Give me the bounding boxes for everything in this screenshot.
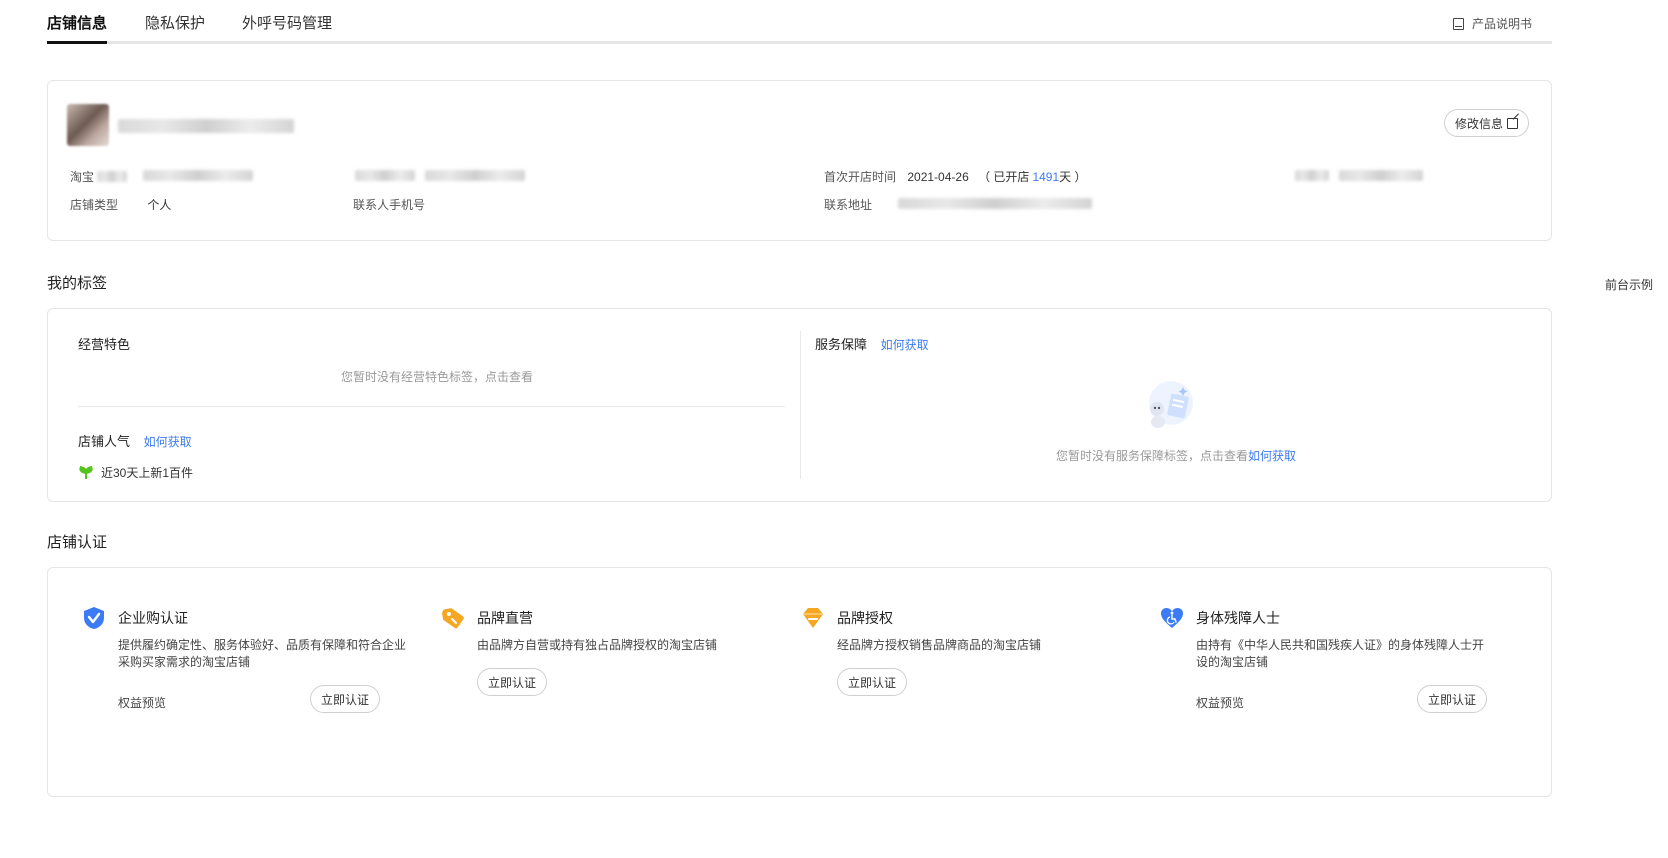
book-icon [1452, 17, 1464, 30]
redacted-label [1295, 170, 1329, 181]
certify-now-button[interactable]: 立即认证 [477, 668, 548, 696]
cert-head: 企业购认证 [82, 606, 402, 630]
my-tags-title: 我的标签 [47, 275, 108, 292]
open-days-count: 1491 [1032, 170, 1060, 184]
tab-rail [47, 41, 1552, 44]
popularity-title-row: 店铺人气 如何获取 [78, 431, 192, 450]
store-name-redacted [118, 119, 294, 133]
store-cert-title: 店铺认证 [47, 534, 108, 551]
store-type-row: 店铺类型 个人 [70, 196, 171, 213]
edit-info-button[interactable]: 修改信息 [1443, 109, 1529, 137]
shield-check-icon [84, 607, 104, 629]
tab-label: 外呼号码管理 [242, 15, 333, 32]
tab-privacy[interactable]: 隐私保护 [145, 12, 205, 33]
edit-icon [1507, 117, 1518, 129]
divider [78, 406, 785, 407]
service-empty-how-to-get-link[interactable]: 如何获取 [1248, 449, 1296, 463]
service-title-row: 服务保障 如何获取 [815, 334, 929, 353]
cert-foot: 权益预览 立即认证 [1196, 685, 1505, 715]
store-cert-card: 企业购认证 提供履约确定性、服务体验好、品质有保障和符合企业采购买家需求的淘宝店… [47, 567, 1552, 797]
tag-icon [441, 608, 464, 629]
sprout-icon [79, 465, 93, 479]
taobao-row: 淘宝 [70, 168, 128, 185]
tab-label: 店铺信息 [47, 15, 108, 32]
redacted-value [425, 170, 525, 181]
avatar [67, 104, 109, 146]
popularity-title: 店铺人气 [78, 434, 131, 449]
open-days-suffix: 天 ） [1059, 170, 1087, 184]
tab-bar: 店铺信息 隐私保护 外呼号码管理 产品说明书 [47, 0, 1552, 46]
first-open-date: 2021-04-26 [907, 170, 969, 184]
cert-desc: 由品牌方自营或持有独占品牌授权的淘宝店铺 [477, 638, 718, 652]
certify-now-button[interactable]: 立即认证 [309, 685, 380, 713]
features-title: 经营特色 [78, 337, 131, 352]
rights-preview-link[interactable]: 权益预览 [118, 694, 166, 711]
popularity-how-to-get-link[interactable]: 如何获取 [144, 435, 192, 449]
active-tab-underline [47, 41, 108, 44]
cert-head: 品牌授权 [801, 606, 1121, 630]
diamond-icon [803, 608, 823, 628]
taobao-label: 淘宝 [70, 170, 95, 184]
cert-head: 身体残障人士 [1160, 606, 1505, 630]
manual-label: 产品说明书 [1471, 17, 1532, 31]
tab-store-info[interactable]: 店铺信息 [47, 12, 108, 44]
first-open-label: 首次开店时间 [824, 170, 897, 184]
certify-now-button[interactable]: 立即认证 [1416, 685, 1487, 713]
service-empty-row: 您暂时没有服务保障标签，点击查看如何获取 [1056, 447, 1296, 464]
service-empty-text: 您暂时没有服务保障标签，点击查看 [1056, 449, 1249, 463]
service-title: 服务保障 [815, 337, 868, 352]
features-empty-text[interactable]: 您暂时没有经营特色标签，点击查看 [341, 368, 533, 385]
cert-brand-direct: 品牌直营 由品牌方自营或持有独占品牌授权的淘宝店铺 立即认证 [441, 606, 761, 696]
cert-head: 品牌直营 [441, 606, 761, 630]
cert-desc: 由持有《中华人民共和国残疾人证》的身体残障人士开设的淘宝店铺 [1196, 638, 1485, 669]
tab-label: 隐私保护 [145, 15, 206, 32]
taobao-id-redacted [143, 170, 253, 181]
open-days-prefix: （ 已开店 [978, 170, 1030, 184]
cert-disabled-persons: 身体残障人士 由持有《中华人民共和国残疾人证》的身体残障人士开设的淘宝店铺 权益… [1160, 606, 1505, 715]
empty-state-illustration-icon [1149, 381, 1193, 428]
divider [800, 331, 801, 479]
service-how-to-get-link[interactable]: 如何获取 [881, 338, 929, 352]
edit-info-label: 修改信息 [1454, 116, 1503, 131]
cert-brand-authorized: 品牌授权 经品牌方授权销售品牌商品的淘宝店铺 立即认证 [801, 606, 1121, 696]
cert-foot: 立即认证 [477, 668, 761, 696]
redacted-value [97, 171, 128, 182]
contact-phone-row: 联系人手机号 [353, 196, 425, 213]
cert-title: 身体残障人士 [1196, 610, 1280, 626]
product-manual-link[interactable]: 产品说明书 [1452, 15, 1532, 32]
cert-desc: 经品牌方授权销售品牌商品的淘宝店铺 [837, 638, 1042, 652]
redacted-label [355, 170, 415, 181]
address-redacted [898, 198, 1092, 209]
popularity-item: 近30天上新1百件 [79, 464, 193, 481]
cert-title: 品牌授权 [837, 610, 893, 626]
cert-foot: 立即认证 [837, 668, 1121, 696]
cert-title: 品牌直营 [477, 610, 533, 626]
cert-foot: 权益预览 立即认证 [118, 685, 402, 715]
store-info-card: 修改信息 淘宝 首次开店时间 2021-04-26 （ 已开店 1491天 ） 店… [47, 80, 1552, 241]
cert-enterprise: 企业购认证 提供履约确定性、服务体验好、品质有保障和符合企业采购买家需求的淘宝店… [82, 606, 406, 715]
first-open-row: 首次开店时间 2021-04-26 （ 已开店 1491天 ） [824, 168, 1086, 185]
address-label: 联系地址 [824, 198, 873, 212]
store-type-label: 店铺类型 [70, 198, 119, 212]
popularity-item-text: 近30天上新1百件 [101, 466, 194, 480]
frontend-example-link[interactable]: 前台示例 [1605, 276, 1653, 293]
contact-phone-label: 联系人手机号 [353, 198, 426, 212]
redacted-value [1339, 170, 1423, 181]
tab-outbound-numbers[interactable]: 外呼号码管理 [242, 12, 332, 33]
heart-wheelchair-icon [1161, 608, 1183, 628]
cert-desc: 提供履约确定性、服务体验好、品质有保障和符合企业采购买家需求的淘宝店铺 [118, 638, 407, 669]
cert-title: 企业购认证 [118, 610, 188, 626]
address-row: 联系地址 [824, 196, 872, 213]
rights-preview-link[interactable]: 权益预览 [1196, 694, 1244, 711]
store-type-value: 个人 [147, 198, 172, 212]
certify-now-button[interactable]: 立即认证 [837, 668, 908, 696]
my-tags-card: 经营特色 您暂时没有经营特色标签，点击查看 店铺人气 如何获取 近30天上新1百… [47, 308, 1552, 502]
